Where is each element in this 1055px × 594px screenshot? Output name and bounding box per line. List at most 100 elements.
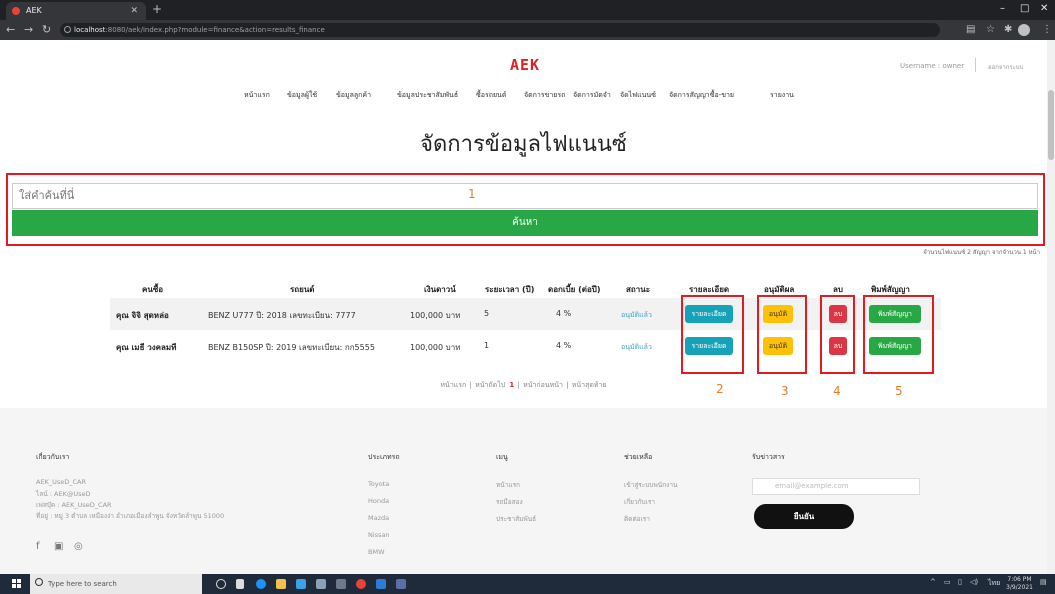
cell-down: 100,000 บาท (410, 343, 461, 352)
footer-menu-link[interactable]: หน้าแรก (496, 480, 520, 490)
profile-avatar-icon[interactable] (1018, 24, 1030, 36)
nav-contracts[interactable]: จัดการสัญญาซื้อ-ขาย (669, 90, 734, 101)
th-down: เงินดาวน์ (424, 285, 456, 294)
header-divider (975, 58, 976, 72)
maximize-icon[interactable]: □ (1020, 3, 1029, 14)
cell-years: 1 (484, 341, 490, 350)
page-last[interactable]: หน้าสุดท้าย (572, 381, 607, 389)
nav-customers[interactable]: ข้อมูลลูกค้า (336, 90, 371, 101)
more-menu-icon[interactable]: ⋮ (1042, 24, 1052, 35)
browser-tab[interactable]: AEK ✕ (6, 2, 146, 20)
nav-pr[interactable]: ข้อมูลประชาสัมพันธ์ (397, 90, 458, 101)
th-status: สถานะ (626, 285, 650, 294)
th-buyer: คนซื้อ (142, 285, 164, 294)
page-first[interactable]: หน้าแรก (440, 381, 466, 389)
search-icon (35, 578, 43, 586)
task-view-icon[interactable] (236, 579, 244, 589)
nav-reports[interactable]: รายงาน (770, 90, 794, 101)
footer-help-title: ช่วยเหลือ (624, 453, 653, 461)
edge-icon[interactable] (256, 579, 266, 589)
network-icon[interactable]: ▭ (944, 578, 951, 586)
nav-users[interactable]: ข้อมูลผู้ใช้ (287, 90, 317, 101)
nav-home[interactable]: หน้าแรก (244, 90, 270, 101)
chrome-icon[interactable] (356, 579, 366, 589)
page-next[interactable]: หน้าถัดไป (475, 381, 505, 389)
tab-title: AEK (26, 6, 42, 15)
footer-type-link[interactable]: Toyota (368, 480, 389, 488)
instagram-icon[interactable]: ◎ (74, 541, 83, 552)
close-window-icon[interactable]: ✕ (1040, 3, 1048, 14)
cell-buyer: คุณ จิจิ สุดหล่อ (116, 311, 169, 320)
store-icon[interactable] (296, 579, 306, 589)
battery-icon[interactable]: ▯ (958, 578, 962, 586)
reload-icon[interactable]: ↻ (42, 23, 51, 36)
cell-status[interactable]: อนุมัติแล้ว (621, 310, 652, 321)
vscode-icon[interactable] (376, 579, 386, 589)
footer-menu-link[interactable]: รถมือสอง (496, 497, 523, 507)
footer-type-link[interactable]: Mazda (368, 514, 389, 522)
page-current[interactable]: 1 (509, 381, 514, 389)
page-scrollbar[interactable] (1047, 40, 1055, 574)
url-path: :8080/aek/index.php?module=finance&actio… (105, 26, 325, 34)
logout-link[interactable]: ออกจากระบบ (988, 62, 1023, 72)
taskbar-search-label: Type here to search (48, 580, 117, 588)
bookmark-star-icon[interactable]: ☆ (986, 24, 995, 35)
url-bar[interactable]: localhost:8080/aek/index.php?module=fina… (60, 23, 940, 37)
minimize-icon[interactable]: – (1000, 3, 1005, 14)
notification-icon[interactable]: ▤ (1040, 578, 1047, 586)
info-icon[interactable] (64, 26, 71, 33)
cell-years: 5 (484, 309, 490, 318)
volume-icon[interactable]: ◁) (970, 578, 978, 586)
page-content: AEK Username : owner ออกจากระบบ หน้าแรก … (0, 40, 1047, 574)
clock-date: 3/9/2021 (1006, 584, 1033, 591)
nav-buy-car[interactable]: ซื้อรถยนต์ (476, 90, 506, 101)
browser-titlebar: AEK ✕ + – □ ✕ (0, 0, 1055, 20)
system-clock[interactable]: 7:06 PM 3/9/2021 (1006, 576, 1033, 592)
footer-help-link[interactable]: เข้าสู่ระบบพนักงาน (624, 480, 677, 490)
cortana-icon[interactable] (216, 579, 226, 589)
page-prev[interactable]: หน้าก่อนหน้า (523, 381, 563, 389)
footer-about-line: เฟสบุ๊ค : AEK_UseD_CAR (36, 501, 112, 509)
footer-menu-title: เมนู (496, 453, 508, 461)
footer-help-link[interactable]: เกี่ยวกับเรา (624, 497, 655, 507)
footer-menu-link[interactable]: ประชาสัมพันธ์ (496, 514, 536, 524)
facebook-icon[interactable]: f (36, 541, 40, 552)
forward-icon[interactable]: → (24, 23, 33, 36)
back-icon[interactable]: ← (6, 23, 15, 36)
youtube-icon[interactable]: ▣ (54, 541, 63, 552)
cell-interest: 4 % (556, 341, 572, 350)
result-count: จำนวนไฟแนนซ์ 2 สัญญา จากจำนวน 1 หน้า (923, 249, 1040, 256)
footer-about-line: ที่อยู่ : หมู่ 3 ตำบล เหมืองง่า อำเภอเมื… (36, 512, 225, 520)
nav-sell-car[interactable]: จัดการขายรถ (524, 90, 565, 101)
nav-finance[interactable]: จัดไฟแนนซ์ (620, 90, 656, 101)
th-car: รถยนต์ (290, 285, 315, 294)
pagination: หน้าแรก | หน้าถัดไป 1 | หน้าก่อนหน้า | ห… (440, 381, 607, 389)
new-tab-icon[interactable]: + (152, 2, 162, 16)
annotation-box-print (863, 295, 934, 374)
app-icon[interactable] (316, 579, 326, 589)
footer-help-link[interactable]: ติดต่อเรา (624, 514, 650, 524)
nav-deposit[interactable]: จัดการมัดจำ (573, 90, 611, 101)
th-interest: ดอกเบี้ย (ต่อปี) (548, 285, 601, 294)
scrollbar-thumb[interactable] (1048, 90, 1054, 160)
close-tab-icon[interactable]: ✕ (130, 2, 138, 20)
url-host: localhost (74, 26, 106, 34)
email-field[interactable]: email@example.com (752, 478, 920, 495)
extension-icon[interactable]: ▤ (966, 24, 975, 35)
footer-type-link[interactable]: BMW (368, 548, 385, 556)
subscribe-button[interactable]: ยืนยัน (754, 504, 854, 529)
taskbar-search[interactable]: Type here to search (30, 574, 202, 594)
app-icon[interactable] (336, 579, 346, 589)
puzzle-icon[interactable]: ✱ (1004, 24, 1012, 35)
footer-type-link[interactable]: Honda (368, 497, 389, 505)
windows-start-icon[interactable] (12, 579, 22, 589)
cell-status[interactable]: อนุมัติแล้ว (621, 342, 652, 353)
tray-chevron-icon[interactable]: ^ (930, 578, 936, 586)
footer-type-link[interactable]: Nissan (368, 531, 390, 539)
footer-types-title: ประเภทรถ (368, 453, 400, 461)
cell-down: 100,000 บาท (410, 311, 461, 320)
app-icon[interactable] (396, 579, 406, 589)
language-indicator[interactable]: ไทย (988, 578, 1000, 589)
site-logo[interactable]: AEK (510, 56, 540, 74)
file-explorer-icon[interactable] (276, 579, 286, 589)
